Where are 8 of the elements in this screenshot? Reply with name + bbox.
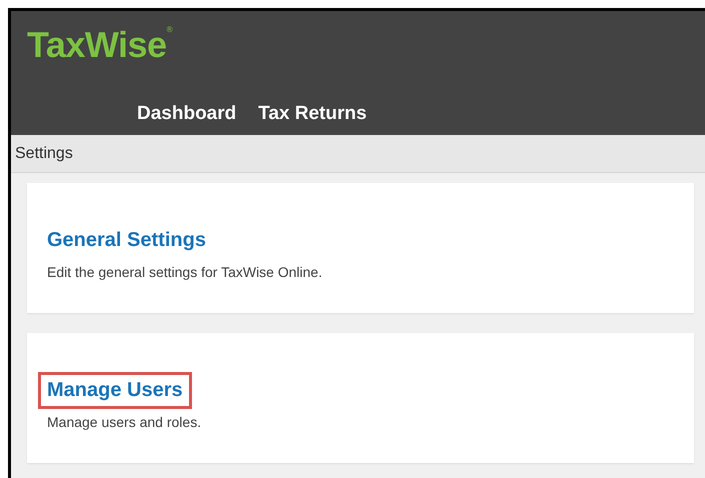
- nav-link[interactable]: Dashboard: [137, 103, 236, 129]
- logo: TaxWise$^{®}$: [27, 23, 172, 67]
- card-title-link[interactable]: General Settings: [41, 224, 212, 256]
- card-description: Manage users and roles.: [47, 414, 202, 430]
- card-description: Edit the general settings for TaxWise Online.: [47, 264, 324, 280]
- card-title-link[interactable]: Manage Users: [41, 374, 189, 406]
- nav-link[interactable]: Tax Returns: [258, 103, 367, 129]
- breadcrumb: Settings: [15, 144, 73, 162]
